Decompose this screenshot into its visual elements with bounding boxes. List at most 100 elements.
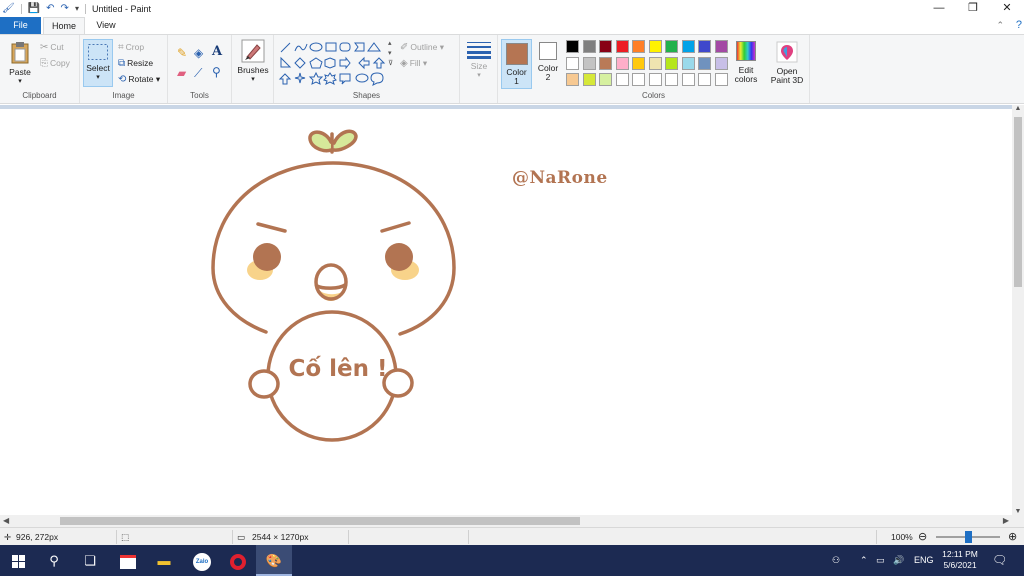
color-swatch[interactable] bbox=[681, 73, 695, 86]
volume-icon[interactable]: 🔊 bbox=[893, 545, 904, 576]
color-swatch[interactable] bbox=[615, 40, 629, 53]
divider bbox=[116, 530, 117, 544]
notifications-icon[interactable]: 🗨 bbox=[992, 545, 1007, 576]
color-picker-icon[interactable]: ⟋ bbox=[194, 66, 202, 81]
color1-button[interactable]: Color 1 bbox=[501, 39, 532, 89]
color-swatch[interactable] bbox=[566, 73, 579, 86]
collapse-ribbon-icon[interactable]: ⌃ bbox=[996, 17, 1004, 34]
color-swatch[interactable] bbox=[599, 73, 612, 86]
color-swatch[interactable] bbox=[698, 56, 711, 70]
brushes-button[interactable]: Brushes ▾ bbox=[236, 39, 270, 83]
image-group: Select ▾ ⌗ Crop ⧉ Resize ⟲ Rotate ▾ Image bbox=[80, 35, 168, 103]
color-swatch[interactable] bbox=[681, 56, 695, 70]
scroll-right-icon[interactable]: ▶ bbox=[1003, 515, 1009, 527]
tab-file[interactable]: File bbox=[0, 17, 41, 34]
color-swatch[interactable] bbox=[599, 56, 612, 70]
vertical-scroll-thumb[interactable] bbox=[1014, 117, 1022, 287]
color-swatch[interactable] bbox=[615, 56, 629, 70]
opera-icon[interactable] bbox=[220, 545, 256, 576]
color-swatch[interactable] bbox=[698, 73, 711, 86]
canvas-size-icon: ▭ bbox=[237, 532, 246, 542]
fill-bucket-icon: ◈ bbox=[400, 57, 408, 69]
color-swatch[interactable] bbox=[632, 40, 645, 53]
select-button[interactable]: Select ▾ bbox=[83, 39, 113, 87]
zoom-out-icon[interactable]: ⊖ bbox=[918, 528, 927, 546]
paint-app-icon[interactable]: 🖌 bbox=[2, 3, 15, 15]
help-icon[interactable]: ? bbox=[1016, 17, 1022, 34]
size-button[interactable]: Size ▾ bbox=[464, 41, 494, 79]
color-swatch[interactable] bbox=[599, 40, 612, 53]
outline-button[interactable]: ✐ Outline ▾ bbox=[400, 42, 444, 53]
battery-icon[interactable]: ▭ bbox=[876, 545, 885, 576]
resize-label: Resize bbox=[127, 58, 154, 68]
tab-home[interactable]: Home bbox=[43, 17, 85, 34]
color-swatch[interactable] bbox=[665, 56, 678, 70]
color-swatch[interactable] bbox=[648, 73, 662, 86]
color2-button[interactable]: Color 2 bbox=[536, 42, 560, 82]
color-swatch[interactable] bbox=[632, 73, 645, 86]
zoom-slider-thumb[interactable] bbox=[965, 531, 972, 543]
color-swatch[interactable] bbox=[714, 56, 728, 70]
system-clock[interactable]: 12:11 PM 5/6/2021 bbox=[936, 549, 984, 571]
fill-bucket-icon[interactable]: ◈ bbox=[194, 46, 203, 60]
show-hidden-icons-icon[interactable]: ⌃ bbox=[860, 545, 868, 576]
color-swatch[interactable] bbox=[582, 40, 596, 53]
redo-icon[interactable]: ↷ bbox=[61, 3, 69, 15]
tab-view[interactable]: View bbox=[88, 17, 124, 34]
cut-button[interactable]: ✂ Cut bbox=[40, 42, 64, 53]
color-swatch[interactable] bbox=[681, 40, 695, 53]
color-swatch[interactable] bbox=[648, 40, 662, 53]
restore-icon[interactable]: ❐ bbox=[956, 0, 990, 17]
rotate-button[interactable]: ⟲ Rotate ▾ bbox=[118, 74, 160, 85]
horizontal-scrollbar[interactable]: ◀ ▶ bbox=[0, 515, 1012, 527]
color-swatch[interactable] bbox=[648, 56, 662, 70]
color-swatch[interactable] bbox=[566, 40, 579, 53]
pencil-icon[interactable]: ✎ bbox=[177, 46, 187, 60]
resize-button[interactable]: ⧉ Resize bbox=[118, 58, 153, 69]
shapes-scroll[interactable]: ▴ ▾ ⊽ bbox=[388, 39, 393, 69]
language-indicator[interactable]: ENG bbox=[914, 545, 934, 576]
eraser-icon[interactable]: ▰ bbox=[177, 66, 186, 80]
zalo-icon[interactable]: Zalo bbox=[184, 545, 220, 576]
text-tool-icon[interactable]: A bbox=[212, 44, 222, 59]
save-icon[interactable]: 💾 bbox=[28, 3, 40, 15]
paste-button[interactable]: Paste ▾ bbox=[6, 41, 34, 85]
beak-outline bbox=[314, 263, 348, 301]
zoom-in-icon[interactable]: ⊕ bbox=[1008, 528, 1017, 546]
color-swatch[interactable] bbox=[632, 56, 645, 70]
scroll-down-icon[interactable]: ▼ bbox=[1012, 508, 1024, 515]
paint-taskbar-icon[interactable]: 🎨 bbox=[256, 545, 292, 576]
search-icon[interactable]: ⚲ bbox=[36, 545, 72, 576]
color-swatch[interactable] bbox=[615, 73, 629, 86]
scroll-left-icon[interactable]: ◀ bbox=[3, 515, 9, 527]
close-icon[interactable]: ✕ bbox=[990, 0, 1024, 17]
task-view-icon[interactable]: ❏ bbox=[72, 545, 108, 576]
color-swatch[interactable] bbox=[665, 73, 678, 86]
horizontal-scroll-thumb[interactable] bbox=[60, 517, 580, 525]
open-paint3d-button[interactable]: Open Paint 3D bbox=[766, 41, 808, 85]
color-swatch[interactable] bbox=[714, 40, 728, 53]
crop-button[interactable]: ⌗ Crop bbox=[118, 42, 144, 53]
start-windows-icon[interactable] bbox=[0, 545, 36, 576]
edit-colors-button[interactable]: Edit colors bbox=[732, 41, 760, 84]
shapes-gallery[interactable] bbox=[278, 41, 390, 89]
color-swatch[interactable] bbox=[714, 73, 728, 86]
color-swatch[interactable] bbox=[665, 40, 678, 53]
fill-button[interactable]: ◈ Fill ▾ bbox=[400, 58, 427, 69]
minimize-icon[interactable]: — bbox=[922, 0, 956, 17]
vertical-scrollbar[interactable]: ▲ ▼ bbox=[1012, 105, 1024, 515]
people-icon[interactable]: ⚇ bbox=[832, 545, 840, 576]
file-explorer-icon[interactable]: ▬ bbox=[146, 545, 182, 576]
magnifier-icon[interactable]: ⚲ bbox=[212, 65, 221, 79]
color-swatch[interactable] bbox=[566, 56, 579, 70]
scroll-up-icon[interactable]: ▲ bbox=[1012, 105, 1024, 112]
undo-icon[interactable]: ↶ bbox=[46, 3, 54, 15]
color-swatch[interactable] bbox=[582, 56, 596, 70]
store-icon[interactable] bbox=[110, 545, 146, 576]
color-swatch[interactable] bbox=[698, 40, 711, 53]
copy-button[interactable]: ⎘ Copy bbox=[40, 58, 70, 69]
color-swatch[interactable] bbox=[582, 73, 596, 86]
customize-dropdown-icon[interactable]: ▾ bbox=[75, 3, 79, 15]
colors-group: Color 1 Color 2 Edit colors Colors bbox=[498, 35, 810, 103]
right-eye bbox=[385, 243, 413, 271]
